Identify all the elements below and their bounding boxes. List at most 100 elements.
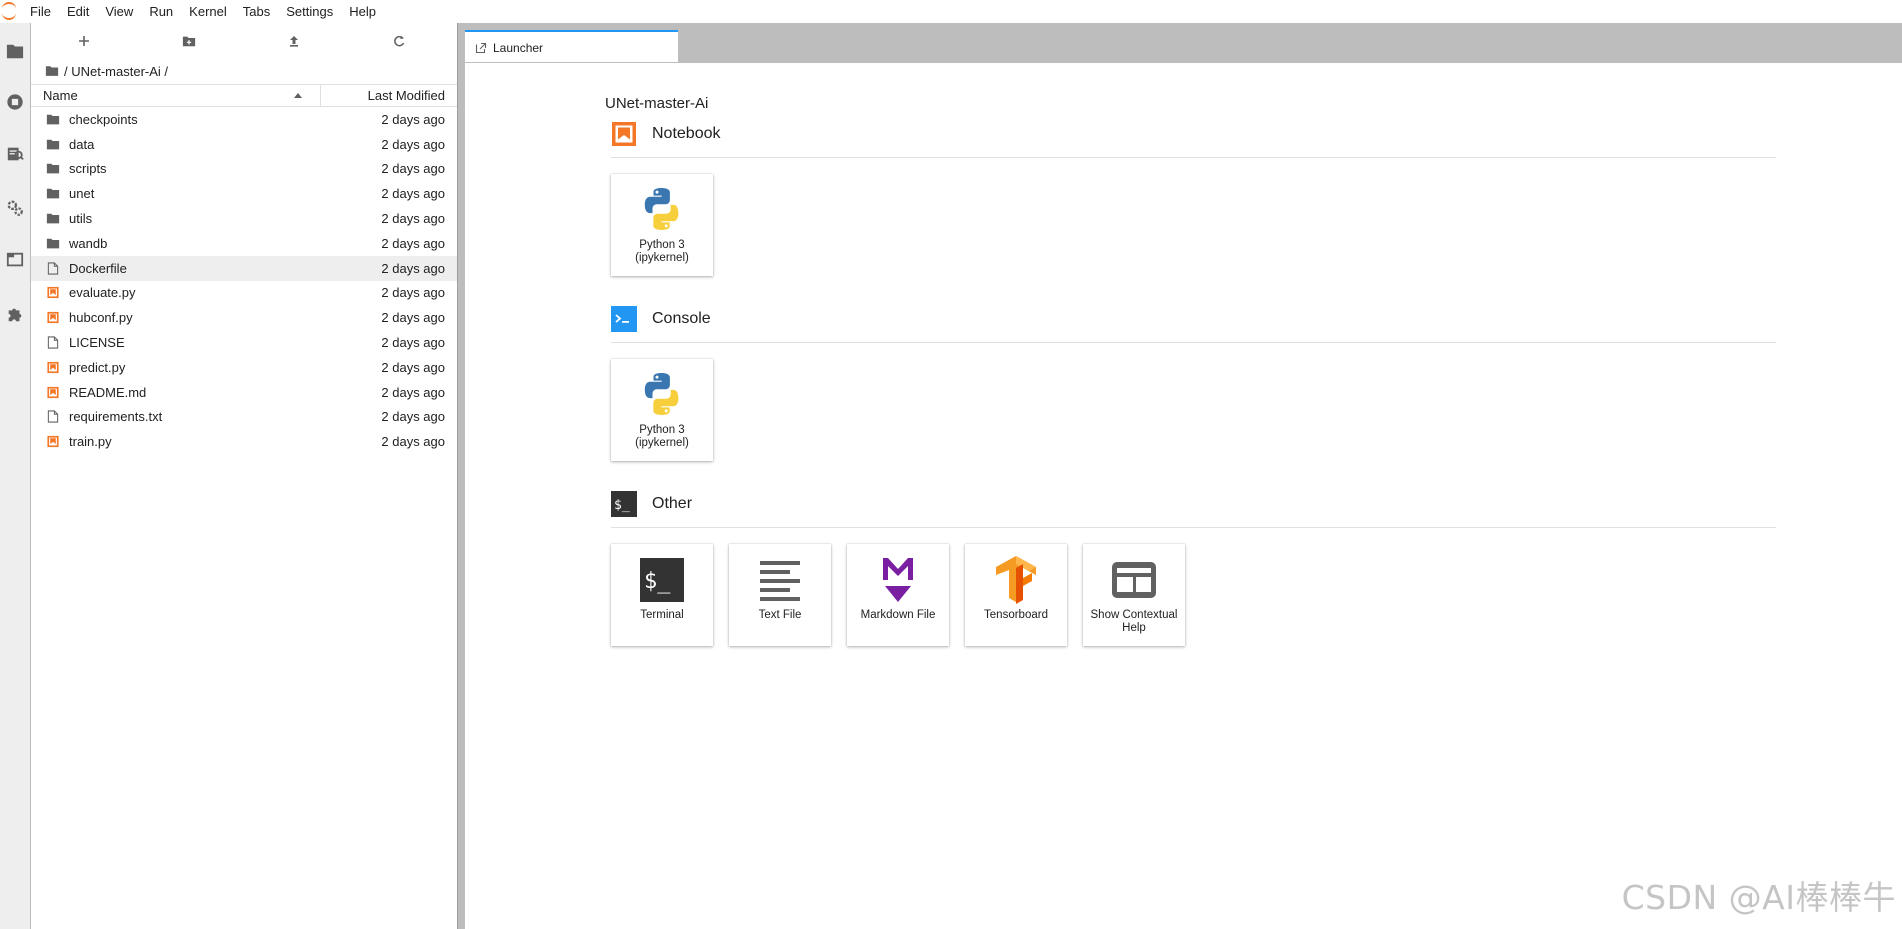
section-notebook: Notebook Python 3 (ipykernel): [611, 118, 1776, 276]
file-name: predict.py: [69, 359, 126, 375]
refresh-icon: [393, 35, 404, 47]
card-label: Python 3 (ipykernel): [635, 239, 689, 264]
column-name-header[interactable]: Name: [31, 85, 321, 106]
tabs-icon[interactable]: [4, 249, 26, 271]
file-modified: 2 days ago: [381, 136, 445, 152]
file-name: evaluate.py: [69, 285, 136, 301]
file-row[interactable]: hubconf.py 2 days ago: [31, 305, 457, 330]
card-label: Markdown File: [860, 609, 936, 621]
file-row[interactable]: utils 2 days ago: [31, 206, 457, 231]
card-label: Python 3 (ipykernel): [635, 424, 689, 449]
file-name: README.md: [69, 384, 147, 400]
file-name: unet: [69, 186, 95, 202]
upload-icon: [289, 36, 298, 47]
file-row[interactable]: data 2 days ago: [31, 132, 457, 157]
folder-icon[interactable]: [45, 65, 59, 77]
tab-launcher[interactable]: Launcher: [465, 30, 678, 63]
menu-run[interactable]: Run: [141, 0, 181, 23]
file-row[interactable]: requirements.txt 2 days ago: [31, 405, 457, 430]
file-name: utils: [69, 211, 93, 227]
left-activity-bar: [0, 23, 31, 929]
file-row[interactable]: train.py 2 days ago: [31, 429, 457, 454]
file-icon: [45, 336, 61, 350]
plus-icon: [78, 36, 89, 46]
tab-label: Launcher: [493, 40, 544, 55]
file-row[interactable]: README.md 2 days ago: [31, 380, 457, 405]
extension-icon[interactable]: [4, 303, 26, 325]
notebook-icon: [612, 121, 636, 146]
file-name: LICENSE: [69, 335, 125, 351]
new-folder-icon: [182, 36, 195, 47]
new-launcher-button[interactable]: [31, 23, 136, 59]
jupyterlab-window: File Edit View Run Kernel Tabs Settings …: [0, 0, 1902, 929]
menu-edit[interactable]: Edit: [59, 0, 97, 23]
file-row[interactable]: predict.py 2 days ago: [31, 355, 457, 380]
folder-icon: [45, 212, 61, 226]
file-name: wandb: [69, 235, 108, 251]
property-inspector-icon[interactable]: [4, 197, 26, 219]
file-row[interactable]: wandb 2 days ago: [31, 231, 457, 256]
folder-icon: [45, 137, 61, 151]
tab-underline: [465, 62, 1902, 63]
menu-kernel[interactable]: Kernel: [181, 0, 235, 23]
launch-text-file[interactable]: Text File: [729, 544, 831, 646]
file-row[interactable]: checkpoints 2 days ago: [31, 107, 457, 132]
breadcrumb-path[interactable]: / UNet-master-Ai /: [64, 64, 168, 79]
file-row[interactable]: evaluate.py 2 days ago: [31, 281, 457, 306]
menu-help[interactable]: Help: [341, 0, 384, 23]
launch-python3-console[interactable]: Python 3 (ipykernel): [611, 359, 713, 461]
file-modified: 2 days ago: [381, 409, 445, 425]
menu-bar: File Edit View Run Kernel Tabs Settings …: [0, 0, 1902, 23]
menu-file[interactable]: File: [22, 0, 59, 23]
notebook-file-icon: [45, 385, 61, 399]
notebook-file-icon: [45, 311, 61, 325]
menu-settings[interactable]: Settings: [278, 0, 341, 23]
upload-button[interactable]: [241, 23, 346, 59]
svg-text:$_: $_: [614, 498, 630, 513]
file-modified: 2 days ago: [381, 384, 445, 400]
file-row[interactable]: Dockerfile 2 days ago: [31, 255, 457, 281]
file-name: data: [69, 136, 95, 152]
file-icon: [45, 410, 61, 424]
file-browser-toolbar: [31, 23, 457, 59]
launch-terminal[interactable]: $_ Terminal: [611, 544, 713, 646]
file-icon: [45, 261, 61, 275]
launcher-cwd-title: UNet-master-Ai: [605, 95, 709, 112]
section-title: Other: [652, 494, 693, 512]
launch-markdown-file[interactable]: Markdown File: [847, 544, 949, 646]
file-modified: 2 days ago: [381, 310, 445, 326]
notebook-file-icon: [45, 286, 61, 300]
refresh-button[interactable]: [346, 23, 451, 59]
section-other: $_ Other $_ Terminal Text File Markdown …: [611, 488, 1776, 646]
file-list: checkpoints 2 days ago data 2 days ago scrip…: [31, 107, 457, 454]
file-row[interactable]: unet 2 days ago: [31, 181, 457, 206]
file-row[interactable]: LICENSE 2 days ago: [31, 330, 457, 355]
tab-bar: Launcher: [465, 23, 1902, 63]
console-icon: [611, 305, 637, 332]
section-console: Console Python 3 (ipykernel): [611, 303, 1776, 461]
file-modified: 2 days ago: [381, 285, 445, 301]
launch-tensorboard[interactable]: Tensorboard: [965, 544, 1067, 646]
tensorboard-icon: [996, 556, 1036, 604]
commands-icon[interactable]: [4, 143, 26, 165]
file-name: checkpoints: [69, 111, 138, 127]
launch-python3-notebook[interactable]: Python 3 (ipykernel): [611, 174, 713, 276]
folder-icon[interactable]: [4, 40, 26, 62]
panel-splitter[interactable]: [457, 23, 465, 929]
menu-view[interactable]: View: [97, 0, 141, 23]
menu-tabs[interactable]: Tabs: [235, 0, 278, 23]
card-label: Terminal: [640, 609, 684, 621]
running-icon[interactable]: [4, 91, 26, 113]
section-header: Notebook: [611, 118, 1776, 158]
file-name: hubconf.py: [69, 310, 133, 326]
markdown-icon: [883, 558, 913, 602]
file-row[interactable]: scripts 2 days ago: [31, 157, 457, 182]
new-folder-button[interactable]: [136, 23, 241, 59]
file-modified: 2 days ago: [381, 186, 445, 202]
folder-icon: [45, 187, 61, 201]
column-name-label: Name: [43, 88, 78, 103]
column-modified-header[interactable]: Last Modified: [321, 88, 457, 103]
notebook-file-icon: [45, 360, 61, 374]
launch-contextual-help[interactable]: Show Contextual Help: [1083, 544, 1185, 646]
section-title: Notebook: [652, 124, 721, 142]
